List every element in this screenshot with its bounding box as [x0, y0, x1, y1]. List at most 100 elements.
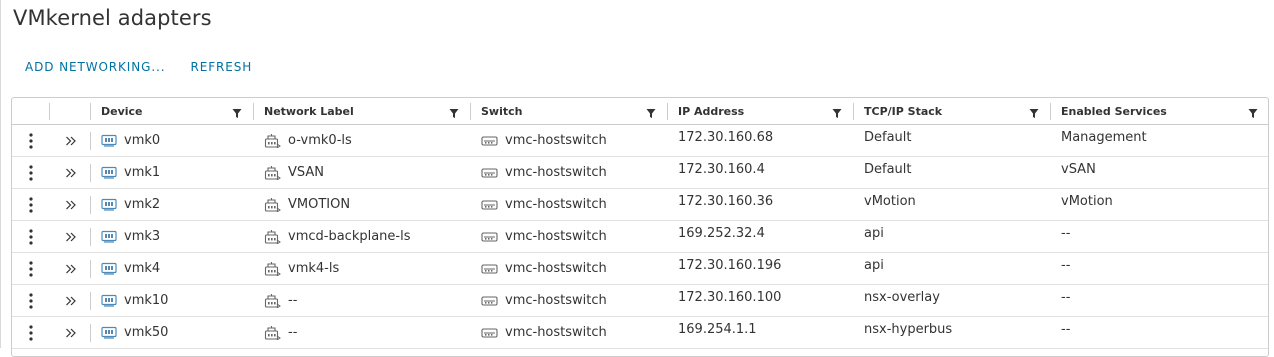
enabled-services-cell: Management [1051, 125, 1268, 156]
tcpip-stack-cell-text: Default [864, 130, 912, 145]
vertical-ellipsis-icon[interactable] [29, 324, 33, 341]
vertical-ellipsis-icon[interactable] [29, 132, 33, 149]
tcpip-stack-cell-text: api [864, 226, 884, 241]
row-expand-cell [50, 125, 91, 156]
column-header-enabled-services[interactable]: Enabled Services [1051, 98, 1268, 124]
table-row[interactable]: vmk3 vmcd-backplane-ls vmc-hostswitch 169.2… [12, 221, 1268, 253]
network-adapter-icon [101, 294, 124, 307]
enabled-services-cell: -- [1051, 253, 1268, 284]
table-row[interactable]: vmk0 o-vmk0-ls vmc-hostswitch 172.30.160.68… [12, 125, 1268, 157]
vertical-ellipsis-icon[interactable] [29, 260, 33, 277]
page-title: VMkernel adapters [13, 6, 212, 30]
device-cell-text: vmk3 [124, 229, 161, 244]
vertical-ellipsis-icon[interactable] [29, 292, 33, 309]
ip-address-cell-text: 172.30.160.100 [678, 290, 782, 305]
switch-cell: vmc-hostswitch [471, 189, 668, 220]
virtual-switch-icon [481, 135, 505, 147]
double-chevron-right-icon[interactable] [65, 168, 77, 178]
table-row[interactable]: vmk4 vmk4-ls vmc-hostswitch 172.30.160.196 a… [12, 253, 1268, 285]
virtual-switch-icon [481, 327, 505, 339]
filter-icon[interactable] [232, 106, 242, 118]
device-cell: vmk3 [91, 221, 254, 252]
network-label-cell: o-vmk0-ls [254, 125, 471, 156]
row-expand-cell [50, 157, 91, 188]
device-cell: vmk1 [91, 157, 254, 188]
switch-cell: vmc-hostswitch [471, 125, 668, 156]
device-cell: vmk10 [91, 285, 254, 316]
table-row[interactable]: vmk1 VSAN vmc-hostswitch 172.30.160.4 Defaul… [12, 157, 1268, 189]
grid-header: Device Network Label Switch IP Address T… [12, 98, 1268, 125]
refresh-button[interactable]: REFRESH [190, 60, 252, 74]
column-header-switch[interactable]: Switch [471, 98, 668, 124]
ip-address-cell-text: 169.252.32.4 [678, 226, 765, 241]
row-menu-cell [12, 125, 50, 156]
double-chevron-right-icon[interactable] [65, 296, 77, 306]
vertical-ellipsis-icon[interactable] [29, 164, 33, 181]
switch-cell: vmc-hostswitch [471, 157, 668, 188]
ip-address-cell-text: 169.254.1.1 [678, 322, 757, 337]
device-cell-text: vmk1 [124, 165, 161, 180]
enabled-services-cell-text: -- [1061, 258, 1071, 273]
table-row[interactable]: vmk2 VMOTION vmc-hostswitch 172.30.160.36 vM… [12, 189, 1268, 221]
tcpip-stack-cell-text: vMotion [864, 194, 916, 209]
network-portgroup-icon [264, 293, 288, 308]
enabled-services-cell: vMotion [1051, 189, 1268, 220]
header-menu-column [12, 98, 50, 124]
ip-address-cell: 172.30.160.68 [668, 125, 854, 156]
filter-icon[interactable] [832, 106, 842, 118]
header-expand-column [50, 98, 91, 124]
network-label-cell: VMOTION [254, 189, 471, 220]
ip-address-cell: 172.30.160.4 [668, 157, 854, 188]
network-adapter-icon [101, 198, 124, 211]
double-chevron-right-icon[interactable] [65, 264, 77, 274]
ip-address-cell: 172.30.160.100 [668, 285, 854, 316]
network-portgroup-icon [264, 197, 288, 212]
switch-cell-text: vmc-hostswitch [505, 133, 607, 148]
column-header-network-label[interactable]: Network Label [254, 98, 471, 124]
tcpip-stack-cell: api [854, 253, 1051, 284]
table-row[interactable]: vmk50 -- vmc-hostswitch 169.254.1.1 nsx-hype… [12, 317, 1268, 349]
ip-address-cell: 169.254.1.1 [668, 317, 854, 348]
network-label-cell-text: VSAN [288, 165, 325, 180]
filter-icon[interactable] [449, 106, 459, 118]
device-cell: vmk2 [91, 189, 254, 220]
switch-cell: vmc-hostswitch [471, 317, 668, 348]
vertical-ellipsis-icon[interactable] [29, 228, 33, 245]
enabled-services-cell: -- [1051, 285, 1268, 316]
column-header-tcpip-stack[interactable]: TCP/IP Stack [854, 98, 1051, 124]
enabled-services-cell: -- [1051, 221, 1268, 252]
add-networking-button[interactable]: ADD NETWORKING... [25, 60, 165, 74]
column-header-label: Switch [481, 104, 523, 118]
filter-icon[interactable] [1248, 106, 1258, 118]
table-row[interactable]: vmk10 -- vmc-hostswitch 172.30.160.100 nsx-o… [12, 285, 1268, 317]
double-chevron-right-icon[interactable] [65, 136, 77, 146]
network-adapter-icon [101, 262, 124, 275]
vmkernel-adapters-grid: Device Network Label Switch IP Address T… [11, 97, 1269, 357]
tcpip-stack-cell-text: api [864, 258, 884, 273]
column-header-device[interactable]: Device [91, 98, 254, 124]
virtual-switch-icon [481, 231, 505, 243]
filter-icon[interactable] [646, 106, 656, 118]
enabled-services-cell-text: vMotion [1061, 194, 1113, 209]
double-chevron-right-icon[interactable] [65, 200, 77, 210]
device-cell-text: vmk10 [124, 293, 169, 308]
switch-cell-text: vmc-hostswitch [505, 261, 607, 276]
toolbar: ADD NETWORKING... REFRESH [25, 60, 252, 74]
ip-address-cell-text: 172.30.160.68 [678, 130, 774, 145]
ip-address-cell-text: 172.30.160.196 [678, 258, 782, 273]
virtual-switch-icon [481, 263, 505, 275]
tcpip-stack-cell: Default [854, 125, 1051, 156]
row-menu-cell [12, 189, 50, 220]
filter-icon[interactable] [1029, 106, 1039, 118]
double-chevron-right-icon[interactable] [65, 328, 77, 338]
vertical-ellipsis-icon[interactable] [29, 196, 33, 213]
enabled-services-cell-text: -- [1061, 290, 1071, 305]
network-portgroup-icon [264, 133, 288, 148]
column-header-label: Network Label [264, 104, 354, 118]
network-label-cell-text: VMOTION [288, 197, 351, 212]
double-chevron-right-icon[interactable] [65, 232, 77, 242]
network-adapter-icon [101, 230, 124, 243]
ip-address-cell-text: 172.30.160.4 [678, 162, 765, 177]
column-header-ip-address[interactable]: IP Address [668, 98, 854, 124]
virtual-switch-icon [481, 199, 505, 211]
